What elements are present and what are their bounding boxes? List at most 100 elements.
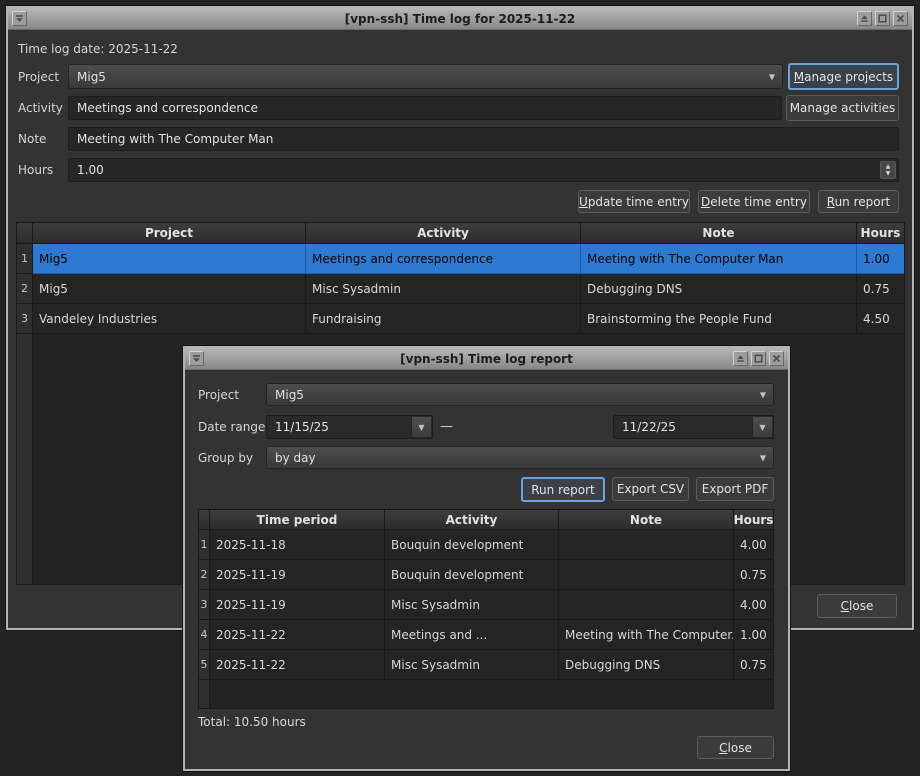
- close-icon: [896, 14, 905, 23]
- date-to-dropdown-button[interactable]: ▼: [752, 417, 772, 437]
- hours-spinbox[interactable]: 1.00 ▲ ▼: [68, 158, 899, 182]
- column-header-activity[interactable]: Activity: [306, 223, 581, 244]
- cell-project[interactable]: Mig5: [33, 274, 306, 304]
- cell-activity[interactable]: Fundraising: [306, 304, 581, 334]
- cell-note[interactable]: Meeting with The Computer...: [559, 620, 734, 650]
- close-window-button[interactable]: [769, 351, 784, 366]
- row-number[interactable]: 3: [17, 304, 33, 334]
- shade-window-button[interactable]: [857, 11, 872, 26]
- row-number[interactable]: 1: [17, 244, 33, 274]
- cell-project[interactable]: Vandeley Industries: [33, 304, 306, 334]
- cell-activity[interactable]: Bouquin development: [385, 560, 559, 590]
- cell-project[interactable]: Mig5: [33, 244, 306, 274]
- cell-activity[interactable]: Misc Sysadmin: [385, 590, 559, 620]
- cell-hours[interactable]: 1.00: [734, 620, 773, 650]
- close-button-main[interactable]: Close: [817, 594, 897, 618]
- activity-input[interactable]: Meetings and correspondence: [68, 96, 782, 120]
- column-header-activity[interactable]: Activity: [385, 510, 559, 530]
- spin-up-icon[interactable]: ▲: [886, 163, 891, 170]
- delete-time-entry-button[interactable]: Delete time entry: [698, 190, 810, 213]
- chevron-down-icon: ▼: [760, 453, 766, 462]
- date-range-separator: —: [440, 419, 453, 434]
- date-from-picker[interactable]: 11/15/25 ▼: [266, 415, 433, 439]
- cell-period[interactable]: 2025-11-22: [210, 620, 385, 650]
- group-by-combobox[interactable]: by day ▼: [266, 446, 774, 469]
- row-number[interactable]: 5: [199, 650, 210, 680]
- cell-activity[interactable]: Bouquin development: [385, 530, 559, 560]
- cell-note[interactable]: [559, 590, 734, 620]
- column-header-hours[interactable]: Hours: [857, 223, 904, 244]
- spin-down-icon[interactable]: ▼: [886, 170, 891, 177]
- close-window-button[interactable]: [893, 11, 908, 26]
- cell-period[interactable]: 2025-11-18: [210, 530, 385, 560]
- dialog-titlebar[interactable]: [vpn-ssh] Time log report: [185, 348, 788, 370]
- run-report-button-dialog[interactable]: Run report: [521, 477, 605, 502]
- run-report-button-main[interactable]: Run report: [818, 190, 899, 213]
- project-combobox[interactable]: Mig5 ▼: [68, 64, 783, 89]
- close-button-dialog[interactable]: Close: [697, 736, 774, 759]
- update-time-entry-button[interactable]: Update time entry: [578, 190, 690, 213]
- window-menu-button[interactable]: [189, 351, 204, 366]
- group-by-value: by day: [275, 451, 316, 465]
- maximize-window-button[interactable]: [751, 351, 766, 366]
- cell-activity[interactable]: Meetings and ...: [385, 620, 559, 650]
- table-row[interactable]: 3 Vandeley Industries Fundraising Brains…: [17, 304, 904, 334]
- cell-period[interactable]: 2025-11-19: [210, 590, 385, 620]
- manage-activities-button[interactable]: Manage activities: [786, 95, 899, 121]
- column-header-hours[interactable]: Hours: [734, 510, 773, 530]
- run-report-label-main: Run report: [827, 195, 891, 209]
- date-to-picker[interactable]: 11/22/25 ▼: [613, 415, 774, 439]
- cell-note[interactable]: Debugging DNS: [581, 274, 857, 304]
- maximize-window-button[interactable]: [875, 11, 890, 26]
- report-row[interactable]: 2 2025-11-19 Bouquin development 0.75: [199, 560, 773, 590]
- cell-activity[interactable]: Misc Sysadmin: [306, 274, 581, 304]
- cell-note[interactable]: Brainstorming the People Fund: [581, 304, 857, 334]
- row-number[interactable]: 3: [199, 590, 210, 620]
- cell-activity[interactable]: Misc Sysadmin: [385, 650, 559, 680]
- column-header-project[interactable]: Project: [33, 223, 306, 244]
- row-number[interactable]: 2: [17, 274, 33, 304]
- table-row[interactable]: 2 Mig5 Misc Sysadmin Debugging DNS 0.75: [17, 274, 904, 304]
- row-number[interactable]: 4: [199, 620, 210, 650]
- close-label-main: Close: [841, 599, 874, 613]
- report-project-label: Project: [198, 388, 239, 402]
- dialog-title: [vpn-ssh] Time log report: [185, 352, 788, 366]
- cell-activity[interactable]: Meetings and correspondence: [306, 244, 581, 274]
- cell-note[interactable]: [559, 530, 734, 560]
- cell-hours[interactable]: 0.75: [734, 560, 773, 590]
- cell-hours[interactable]: 0.75: [734, 650, 773, 680]
- window-menu-icon: [192, 354, 201, 363]
- cell-hours[interactable]: 4.00: [734, 530, 773, 560]
- shade-window-button[interactable]: [733, 351, 748, 366]
- maximize-icon: [754, 354, 763, 363]
- report-row[interactable]: 5 2025-11-22 Misc Sysadmin Debugging DNS…: [199, 650, 773, 680]
- cell-note[interactable]: [559, 560, 734, 590]
- report-row[interactable]: 4 2025-11-22 Meetings and ... Meeting wi…: [199, 620, 773, 650]
- export-pdf-button[interactable]: Export PDF: [696, 477, 774, 501]
- window-menu-button[interactable]: [12, 11, 27, 26]
- note-input[interactable]: Meeting with The Computer Man: [68, 127, 899, 151]
- manage-projects-button[interactable]: Manage projects: [788, 63, 899, 90]
- cell-hours[interactable]: 4.50: [857, 304, 904, 334]
- export-csv-button[interactable]: Export CSV: [612, 477, 689, 501]
- cell-hours[interactable]: 0.75: [857, 274, 904, 304]
- report-row[interactable]: 1 2025-11-18 Bouquin development 4.00: [199, 530, 773, 560]
- row-number[interactable]: 1: [199, 530, 210, 560]
- cell-period[interactable]: 2025-11-19: [210, 560, 385, 590]
- shade-icon: [736, 354, 745, 363]
- cell-note[interactable]: Meeting with The Computer Man: [581, 244, 857, 274]
- main-titlebar[interactable]: [vpn-ssh] Time log for 2025-11-22: [8, 8, 912, 30]
- cell-period[interactable]: 2025-11-22: [210, 650, 385, 680]
- report-project-combobox[interactable]: Mig5 ▼: [266, 383, 774, 406]
- cell-hours[interactable]: 1.00: [857, 244, 904, 274]
- cell-hours[interactable]: 4.00: [734, 590, 773, 620]
- cell-note[interactable]: Debugging DNS: [559, 650, 734, 680]
- table-row[interactable]: 1 Mig5 Meetings and correspondence Meeti…: [17, 244, 904, 274]
- date-from-dropdown-button[interactable]: ▼: [411, 417, 431, 437]
- hours-spin-buttons[interactable]: ▲ ▼: [880, 161, 896, 179]
- column-header-time-period[interactable]: Time period: [210, 510, 385, 530]
- report-row[interactable]: 3 2025-11-19 Misc Sysadmin 4.00: [199, 590, 773, 620]
- column-header-note[interactable]: Note: [559, 510, 734, 530]
- column-header-note[interactable]: Note: [581, 223, 857, 244]
- row-number[interactable]: 2: [199, 560, 210, 590]
